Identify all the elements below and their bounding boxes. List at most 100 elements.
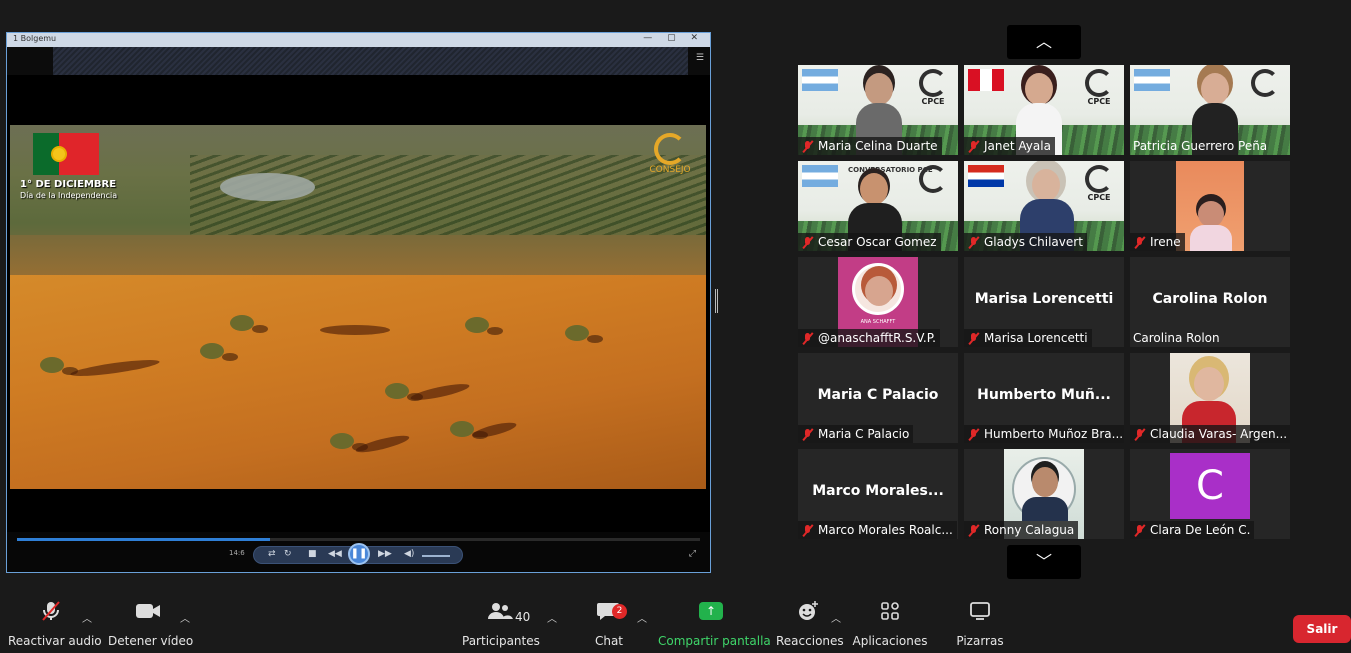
participants-label: Participantes: [462, 634, 540, 648]
tree: [200, 343, 224, 359]
stop-video-label: Detener vídeo: [108, 634, 194, 648]
video-tile[interactable]: ANA SCHAFFT @anaschafftR.S.V.P.: [798, 257, 958, 347]
toolbar-strip: [53, 47, 688, 75]
video-tile[interactable]: CPCE Maria Celina Duarte: [798, 65, 958, 155]
volume-slider[interactable]: [422, 555, 450, 557]
chat-options-chevron-icon[interactable]: ︿: [637, 610, 647, 625]
video-tile[interactable]: Humberto Muñ... Humberto Muñoz Bra...: [964, 353, 1124, 443]
split-view-handle[interactable]: [715, 289, 718, 313]
participant-name-tag: Irene: [1130, 233, 1185, 251]
unmute-audio-label: Reactivar audio: [8, 634, 102, 648]
fullscreen-icon[interactable]: ⤢: [689, 549, 696, 559]
volume-icon[interactable]: ◀): [404, 549, 414, 559]
previous-icon[interactable]: ◀◀: [328, 549, 342, 559]
participants-button[interactable]: Participantes: [462, 596, 540, 653]
share-screen-label: Compartir pantalla: [658, 634, 771, 648]
gallery-next-button[interactable]: ﹀: [1007, 545, 1081, 579]
video-tile[interactable]: CPCE Gladys Chilavert: [964, 161, 1124, 251]
participants-icon: [488, 603, 513, 619]
chevron-down-icon: ﹀: [1035, 552, 1052, 571]
video-tile[interactable]: CONVERSATORIO PCE Cesar Oscar Gomez: [798, 161, 958, 251]
share-screen-button[interactable]: ↑ Compartir pantalla: [658, 596, 771, 653]
mic-muted-icon: [801, 236, 814, 249]
participant-name-tag: Marco Morales Roalc...: [798, 521, 957, 539]
video-tile[interactable]: Marco Morales... Marco Morales Roalc...: [798, 449, 958, 539]
video-options-chevron-icon[interactable]: ︿: [180, 610, 190, 625]
seek-bar[interactable]: [17, 538, 700, 541]
media-player-bar: 14:6 ⇄ ↻ ■ ◀◀ ❚❚ ▶▶ ◀) ⤢: [7, 532, 710, 572]
participant-name-tag: Maria C Palacio: [798, 425, 914, 443]
participant-avatar: C: [1170, 453, 1250, 519]
seek-bar-fill: [17, 538, 270, 541]
whiteboards-label: Pizarras: [956, 634, 1004, 648]
mic-muted-icon: [967, 524, 980, 537]
chat-label: Chat: [594, 634, 624, 648]
participant-name: Marisa Lorencetti: [984, 331, 1088, 345]
mic-muted-icon: [967, 428, 980, 441]
participant-name: Janet Ayala: [984, 139, 1051, 153]
leave-button[interactable]: Salir: [1293, 615, 1351, 643]
window-controls-icon: — ▢ ✕: [643, 33, 704, 43]
participant-name: Maria Celina Duarte: [818, 139, 938, 153]
shuffle-icon[interactable]: ⇄: [268, 549, 276, 559]
mic-muted-icon: [801, 332, 814, 345]
participant-display-name: Marisa Lorencetti: [974, 291, 1114, 307]
pause-button[interactable]: ❚❚: [348, 543, 370, 565]
smiley-icon: [799, 601, 818, 620]
repeat-icon[interactable]: ↻: [284, 549, 292, 559]
video-date: 1° DE DICIEMBRE: [20, 179, 117, 190]
meeting-toolbar: Reactivar audio ︿ Detener vídeo ︿ Partic…: [0, 596, 1351, 653]
paraguay-flag-icon: [968, 165, 1004, 187]
apps-icon: [881, 602, 899, 620]
participant-name-tag: Marisa Lorencetti: [964, 329, 1092, 347]
participant-name-tag: Cesar Oscar Gomez: [798, 233, 941, 251]
cpce-logo: CPCE: [1082, 69, 1116, 109]
logo-ring-icon: [654, 133, 686, 165]
video-tile[interactable]: Claudia Varas- Argen...: [1130, 353, 1290, 443]
gallery-prev-button[interactable]: ︿: [1007, 25, 1081, 59]
participant-video: [1176, 161, 1244, 251]
cpce-logo: [916, 165, 950, 205]
reactions-options-chevron-icon[interactable]: ︿: [831, 610, 841, 625]
video-tile[interactable]: Ronny Calagua: [964, 449, 1124, 539]
video-camera-icon: [136, 604, 160, 618]
tree: [330, 433, 354, 449]
apps-button[interactable]: Aplicaciones: [852, 596, 928, 653]
stop-icon[interactable]: ■: [308, 549, 317, 559]
video-tile[interactable]: Patricia Guerrero Peña: [1130, 65, 1290, 155]
tree: [565, 325, 589, 341]
participant-display-name: Maria C Palacio: [817, 387, 939, 403]
peru-flag-icon: [968, 69, 1004, 91]
participant-name: Gladys Chilavert: [984, 235, 1083, 249]
video-caption: Día de la Independencia: [20, 191, 118, 200]
participant-name-tag: Carolina Rolon: [1130, 329, 1224, 347]
participant-name: Patricia Guerrero Peña: [1133, 139, 1268, 153]
mic-muted-icon: [1133, 428, 1146, 441]
video-tile[interactable]: Maria C Palacio Maria C Palacio: [798, 353, 958, 443]
participant-name: Claudia Varas- Argen...: [1150, 427, 1288, 441]
participant-name-tag: Clara De León C.: [1130, 521, 1255, 539]
video-tile[interactable]: Carolina Rolon Carolina Rolon: [1130, 257, 1290, 347]
tree: [230, 315, 254, 331]
shared-screen: 1 Bolgemu — ▢ ✕ ☰ 1° DE DICIEMBRE Día de…: [6, 32, 711, 573]
lake: [220, 173, 315, 201]
apps-label: Aplicaciones: [852, 634, 928, 648]
stop-video-button[interactable]: Detener vídeo: [108, 596, 194, 653]
video-tile[interactable]: CPCE Janet Ayala: [964, 65, 1124, 155]
video-tile[interactable]: C Clara De León C.: [1130, 449, 1290, 539]
next-icon[interactable]: ▶▶: [378, 549, 392, 559]
audio-options-chevron-icon[interactable]: ︿: [82, 610, 92, 625]
video-logo-text: CONSEJO: [649, 165, 691, 175]
video-tile[interactable]: Irene: [1130, 161, 1290, 251]
video-tile[interactable]: Marisa Lorencetti Marisa Lorencetti: [964, 257, 1124, 347]
chat-button[interactable]: Chat: [586, 596, 632, 653]
participants-options-chevron-icon[interactable]: ︿: [547, 610, 557, 625]
tree: [465, 317, 489, 333]
share-screen-icon: ↑: [699, 602, 723, 620]
chevron-up-icon: ︿: [1035, 32, 1052, 51]
argentina-flag-icon: [802, 165, 838, 187]
shared-window-title: 1 Bolgemu: [13, 34, 57, 43]
mic-muted-icon: [1133, 236, 1146, 249]
participant-display-name: Humberto Muñ...: [977, 387, 1111, 403]
whiteboards-button[interactable]: Pizarras: [952, 596, 1008, 653]
